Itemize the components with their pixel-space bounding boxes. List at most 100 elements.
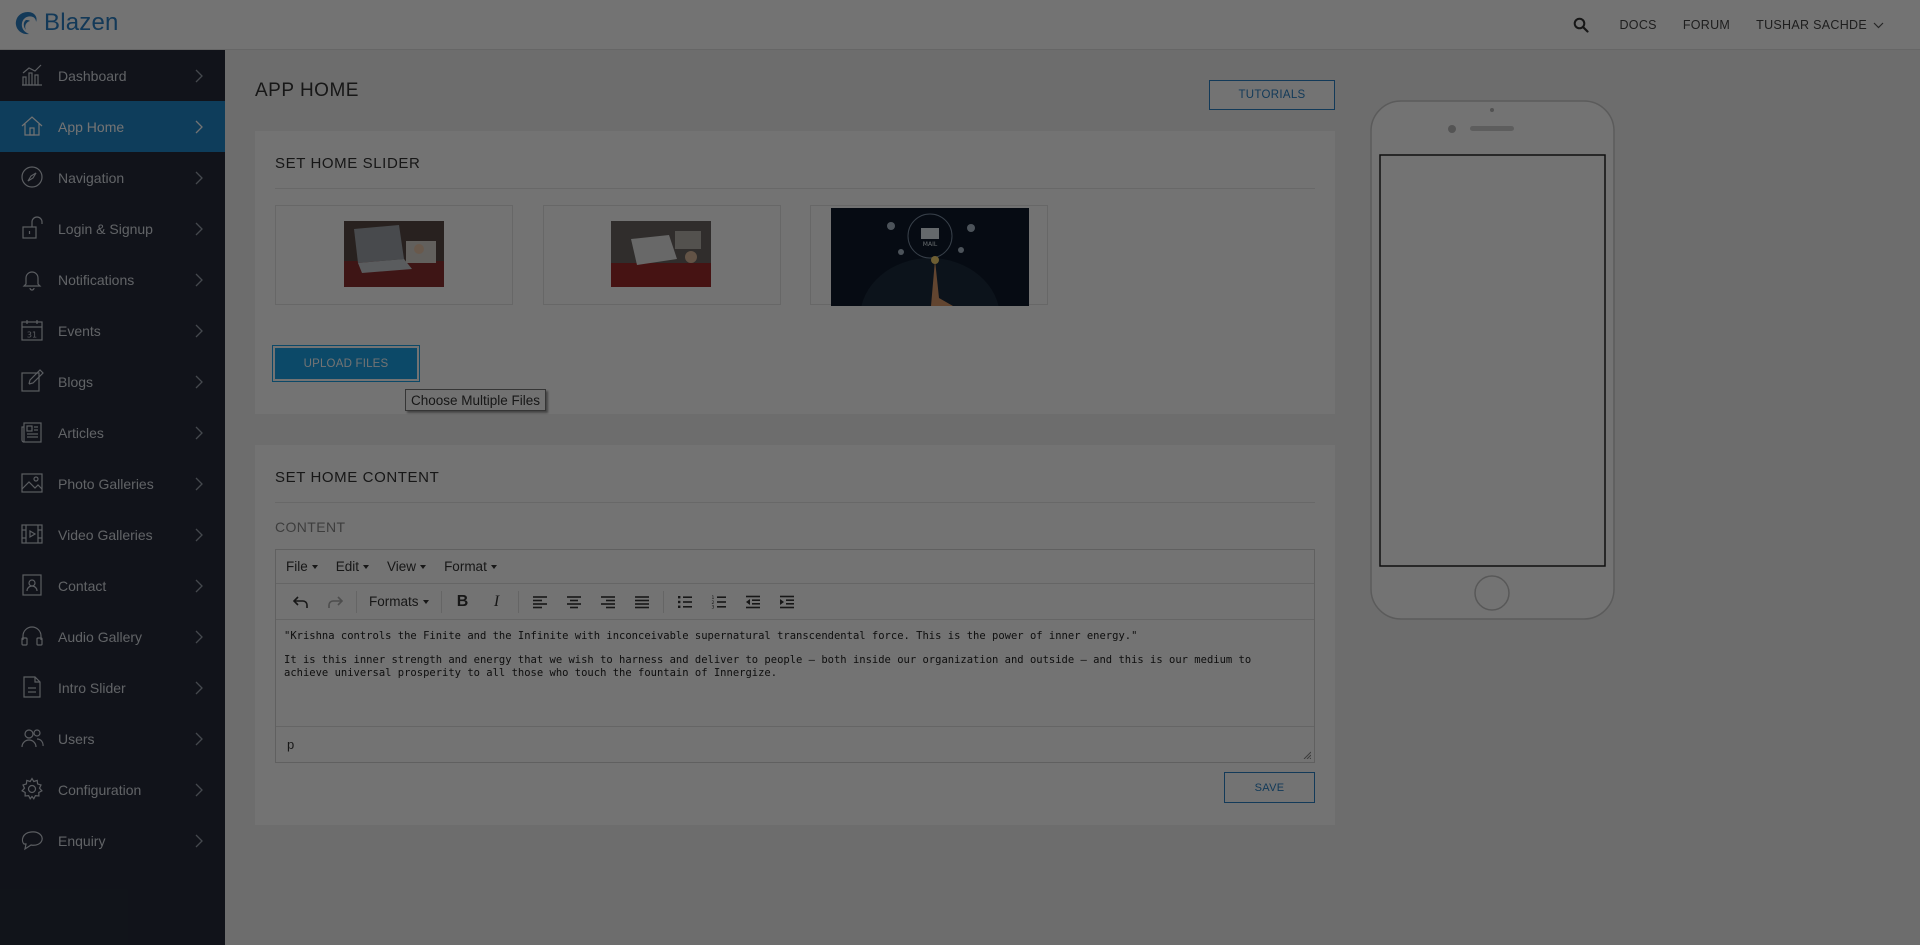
contact-icon <box>22 574 42 596</box>
blazen-logo-icon <box>15 12 37 35</box>
content-paragraph: It is this inner strength and energy tha… <box>284 654 1252 679</box>
menu-label: Edit <box>335 559 360 574</box>
bell-icon <box>22 271 42 291</box>
undo-button[interactable] <box>284 588 318 616</box>
home-slider-panel: SET HOME SLIDER MAIL UPLOAD FILES Choose… <box>255 131 1335 414</box>
sidebar-item-video-galleries[interactable]: Video Galleries <box>0 509 225 560</box>
upload-tooltip: Choose Multiple Files <box>405 389 547 411</box>
sidebar-item-articles[interactable]: Articles <box>0 407 225 458</box>
numbered-list-button[interactable]: 123 <box>702 588 736 616</box>
align-right-button[interactable] <box>591 588 625 616</box>
redo-button[interactable] <box>318 588 352 616</box>
slider-image-1[interactable] <box>275 205 513 305</box>
app-logo[interactable]: Blazen <box>14 9 119 37</box>
upload-files-button[interactable]: UPLOAD FILES <box>272 345 420 382</box>
sidebar-item-enquiry[interactable]: Enquiry <box>0 815 225 866</box>
align-left-button[interactable] <box>523 588 557 616</box>
menu-view[interactable]: View <box>387 559 427 574</box>
sidebar-item-photo-galleries[interactable]: Photo Galleries <box>0 458 225 509</box>
chevron-right-icon <box>195 783 203 797</box>
divider <box>275 502 1315 503</box>
docs-link[interactable]: DOCS <box>1619 18 1656 32</box>
chevron-right-icon <box>195 477 203 491</box>
chevron-right-icon <box>195 171 203 185</box>
editor-toolbar: Formats B I 123 <box>276 584 1314 620</box>
menu-label: Format <box>444 559 487 574</box>
editor-menubar: File Edit View Format <box>276 550 1314 584</box>
redo-icon <box>328 595 343 608</box>
chevron-right-icon <box>195 630 203 644</box>
caret-down-icon <box>363 564 370 569</box>
sidebar-item-label: Users <box>58 730 95 747</box>
menu-file[interactable]: File <box>286 559 318 574</box>
headphones-icon <box>21 626 43 646</box>
film-icon <box>21 524 43 544</box>
sidebar-item-login-signup[interactable]: Login & Signup <box>0 203 225 254</box>
slider-image-3[interactable]: MAIL <box>810 205 1048 306</box>
slider-image-2[interactable] <box>543 205 781 305</box>
sidebar-item-label: Configuration <box>58 781 142 798</box>
save-button[interactable]: SAVE <box>1224 772 1315 803</box>
sidebar-item-dashboard[interactable]: Dashboard <box>0 50 225 101</box>
numbered-list-icon: 123 <box>711 595 726 609</box>
sidebar-item-audio-gallery[interactable]: Audio Gallery <box>0 611 225 662</box>
align-justify-button[interactable] <box>625 588 659 616</box>
top-bar: Blazen DOCS FORUM TUSHAR SACHDE <box>0 0 1920 50</box>
bold-button[interactable]: B <box>446 588 480 616</box>
compass-icon <box>21 166 43 188</box>
search-icon[interactable] <box>1573 17 1590 33</box>
resize-handle-icon[interactable] <box>1303 751 1311 759</box>
indent-button[interactable] <box>770 588 804 616</box>
sidebar-item-contact[interactable]: Contact <box>0 560 225 611</box>
caret-down-icon <box>490 564 497 569</box>
forum-link[interactable]: FORUM <box>1683 18 1730 32</box>
sidebar-item-app-home[interactable]: App Home <box>0 101 225 152</box>
formats-dropdown[interactable]: Formats <box>361 594 437 609</box>
menu-edit[interactable]: Edit <box>335 559 370 574</box>
chevron-right-icon <box>195 222 203 236</box>
chevron-right-icon <box>195 681 203 695</box>
lock-icon <box>22 216 43 239</box>
editor-content-area[interactable]: "Krishna controls the Finite and the Inf… <box>284 630 1284 691</box>
bullet-list-icon <box>677 595 692 608</box>
bullet-list-button[interactable] <box>668 588 702 616</box>
chevron-right-icon <box>195 528 203 542</box>
chevron-right-icon <box>195 834 203 848</box>
slider-section-title: SET HOME SLIDER <box>275 155 421 172</box>
content-section-title: SET HOME CONTENT <box>275 469 440 486</box>
rich-text-editor: File Edit View Format Formats B I 1 2 3 … <box>275 549 1315 763</box>
menu-format[interactable]: Format <box>444 559 497 574</box>
caret-down-icon <box>422 599 429 604</box>
user-menu[interactable]: TUSHAR SACHDE <box>1756 18 1884 32</box>
image-icon <box>21 473 43 493</box>
laptop-photo-thumbnail <box>344 221 444 287</box>
sidebar-item-intro-slider[interactable]: Intro Slider <box>0 662 225 713</box>
align-center-button[interactable] <box>557 588 591 616</box>
sidebar-item-events[interactable]: 31 Events <box>0 305 225 356</box>
sidebar-item-users[interactable]: Users <box>0 713 225 764</box>
calendar-day-text: 31 <box>27 331 37 340</box>
align-right-icon <box>600 595 615 608</box>
element-path: p <box>287 737 295 752</box>
sidebar-item-notifications[interactable]: Notifications <box>0 254 225 305</box>
home-icon <box>21 116 43 136</box>
outdent-icon <box>745 595 760 608</box>
home-content-panel: SET HOME CONTENT CONTENT File Edit View … <box>255 445 1335 825</box>
phone-camera <box>1448 125 1456 133</box>
desk-photo-thumbnail <box>611 221 711 287</box>
bold-icon: B <box>456 592 469 610</box>
italic-button[interactable]: I <box>480 588 514 616</box>
sidebar-item-label: App Home <box>58 118 125 135</box>
chat-icon <box>21 831 43 851</box>
sidebar-item-navigation[interactable]: Navigation <box>0 152 225 203</box>
tutorials-button[interactable]: TUTORIALS <box>1209 80 1335 110</box>
align-left-icon <box>532 595 547 608</box>
sidebar-item-configuration[interactable]: Configuration <box>0 764 225 815</box>
chevron-right-icon <box>195 426 203 440</box>
sidebar-item-label: Photo Galleries <box>58 475 154 492</box>
sidebar-item-blogs[interactable]: Blogs <box>0 356 225 407</box>
outdent-button[interactable] <box>736 588 770 616</box>
sidebar-item-label: Navigation <box>58 169 125 186</box>
page-title: APP HOME <box>255 80 359 101</box>
sidebar-item-label: Notifications <box>58 271 135 288</box>
